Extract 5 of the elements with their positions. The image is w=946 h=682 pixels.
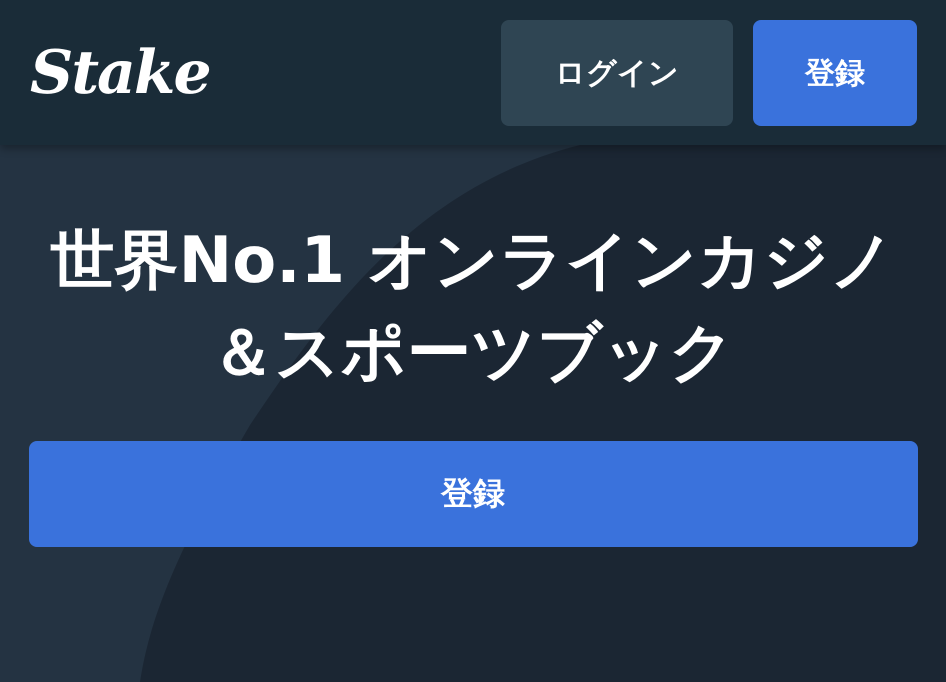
register-button[interactable]: 登録	[28, 441, 918, 547]
register-button[interactable]: 登録	[753, 20, 917, 126]
hero-title: 世界No.1 オンラインカジノ＆スポーツブック	[50, 223, 896, 392]
logo[interactable]: Stake	[30, 38, 210, 108]
login-button[interactable]: ログイン	[501, 20, 733, 126]
